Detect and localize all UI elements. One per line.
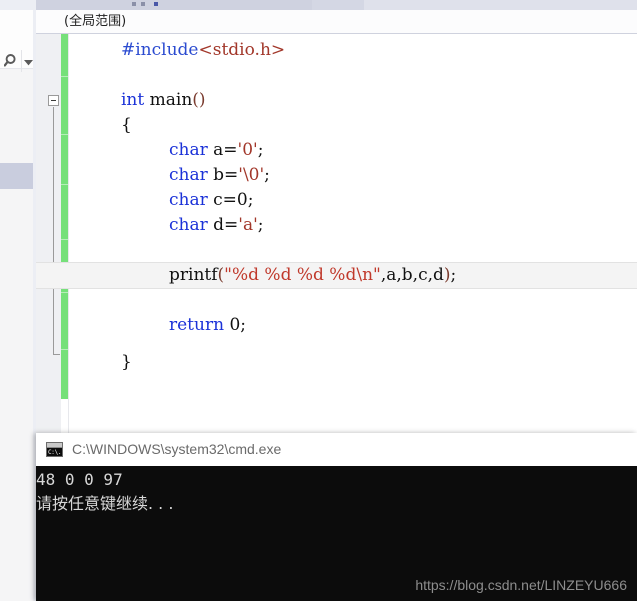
code-line-open-brace[interactable]: {: [121, 113, 637, 138]
variable-a: a: [213, 140, 224, 160]
watermark-text: https://blog.csdn.net/LINZEYU666: [415, 577, 627, 593]
application-root: (全局范围) #include<stdio.h> int main() { ch…: [0, 0, 637, 601]
change-bar-seam: [61, 184, 68, 185]
code-line-decl-b[interactable]: char b='\0';: [169, 163, 637, 188]
cmd-output-area[interactable]: 48 0 0 97 请按任意键继续. . . https://blog.csdn…: [36, 466, 637, 601]
return-value: 0: [229, 315, 241, 335]
console-output-line: 请按任意键继续. . .: [36, 494, 174, 513]
code-line-decl-d[interactable]: char d='a';: [169, 213, 637, 238]
change-bar-seam: [61, 134, 68, 135]
semicolon: ;: [257, 140, 264, 160]
collapse-minus-icon[interactable]: [48, 95, 59, 106]
left-tool-strip: [0, 0, 36, 601]
code-line-close-brace[interactable]: }: [121, 350, 637, 375]
int-literal-zero: 0: [236, 190, 248, 210]
cmd-title-text: C:\WINDOWS\system32\cmd.exe: [72, 441, 282, 457]
char-literal-a: 'a': [238, 215, 258, 235]
console-output-line: 48 0 0 97: [36, 470, 123, 489]
keyword-char: char: [169, 165, 208, 185]
assign-op: =: [224, 215, 239, 235]
semicolon: ;: [450, 265, 457, 285]
printf-format-string: "%d %d %d %d\n": [224, 265, 381, 285]
preprocessor-directive: #include: [121, 40, 199, 60]
tab-glyph-fragment: [132, 2, 136, 6]
code-line-decl-c[interactable]: char c=0;: [169, 188, 637, 213]
search-icon[interactable]: [2, 50, 21, 72]
change-bar-seam: [61, 292, 68, 293]
active-document-tab[interactable]: [36, 0, 312, 10]
change-bar-seam: [61, 349, 68, 350]
tab-strip-empty-area: [364, 0, 637, 10]
outline-guide-line: [53, 107, 54, 354]
semicolon: ;: [264, 165, 270, 185]
code-editor[interactable]: #include<stdio.h> int main() { char a='0…: [36, 34, 637, 433]
keyword-char: char: [169, 190, 208, 210]
tab-glyph-fragment: [141, 2, 145, 6]
left-strip-top-filler: [0, 0, 36, 10]
variable-c: c: [213, 190, 223, 210]
outline-guide-foot: [53, 354, 60, 355]
char-literal-zero: '0': [237, 140, 258, 160]
cmd-console-window[interactable]: C:\. C:\WINDOWS\system32\cmd.exe 48 0 0 …: [36, 433, 637, 601]
assign-op: =: [224, 165, 239, 185]
variable-d: d: [213, 215, 225, 235]
semicolon: ;: [247, 190, 254, 210]
keyword-char: char: [169, 140, 208, 160]
keyword-char: char: [169, 215, 208, 235]
paren-close: ): [443, 265, 451, 285]
change-bar-seam: [61, 76, 68, 77]
scope-dropdown-label[interactable]: (全局范围): [64, 13, 126, 30]
editor-tab-strip: [36, 0, 637, 10]
semicolon: ;: [240, 315, 247, 335]
keyword-return: return: [169, 315, 225, 335]
printf-arguments: ,a,b,c,d: [380, 265, 444, 285]
code-line-main-signature[interactable]: int main(): [121, 88, 637, 113]
code-line-printf[interactable]: printf("%d %d %d %d\n",a,b,c,d);: [169, 263, 637, 288]
editor-indicator-margin[interactable]: [36, 34, 61, 433]
code-line-decl-a[interactable]: char a='0';: [169, 138, 637, 163]
tab-glyph-fragment: [154, 2, 158, 6]
editor-change-bar: [61, 34, 68, 399]
cmd-terminal-icon: C:\.: [46, 442, 63, 457]
variable-b: b: [213, 165, 225, 185]
semicolon: ;: [257, 215, 264, 235]
assign-op: =: [222, 190, 237, 210]
cmd-icon-screen: C:\.: [47, 448, 62, 456]
code-line-include[interactable]: #include<stdio.h>: [121, 38, 637, 63]
search-tool-panel: [0, 10, 36, 72]
function-name-main: main: [149, 90, 193, 110]
cmd-icon-prompt-glyph: C:\.: [48, 449, 62, 456]
paren-open: (: [192, 90, 199, 110]
brace-close: }: [121, 352, 132, 372]
tab-label-clipped: [132, 2, 162, 6]
cmd-title-bar[interactable]: C:\. C:\WINDOWS\system32\cmd.exe: [36, 433, 637, 466]
code-line-return[interactable]: return 0;: [169, 313, 637, 338]
paren-close: ): [198, 90, 206, 110]
char-literal-nul: '\0': [238, 165, 265, 185]
code-text-area[interactable]: #include<stdio.h> int main() { char a='0…: [36, 34, 637, 433]
change-bar-seam: [61, 239, 68, 240]
left-strip-selected-item[interactable]: [0, 163, 33, 189]
assign-op: =: [223, 140, 238, 160]
function-name-printf: printf: [169, 265, 218, 285]
keyword-int: int: [121, 90, 145, 110]
scope-bar: (全局范围): [36, 10, 637, 34]
brace-open: {: [121, 115, 132, 135]
include-header: <stdio.h>: [198, 40, 286, 60]
